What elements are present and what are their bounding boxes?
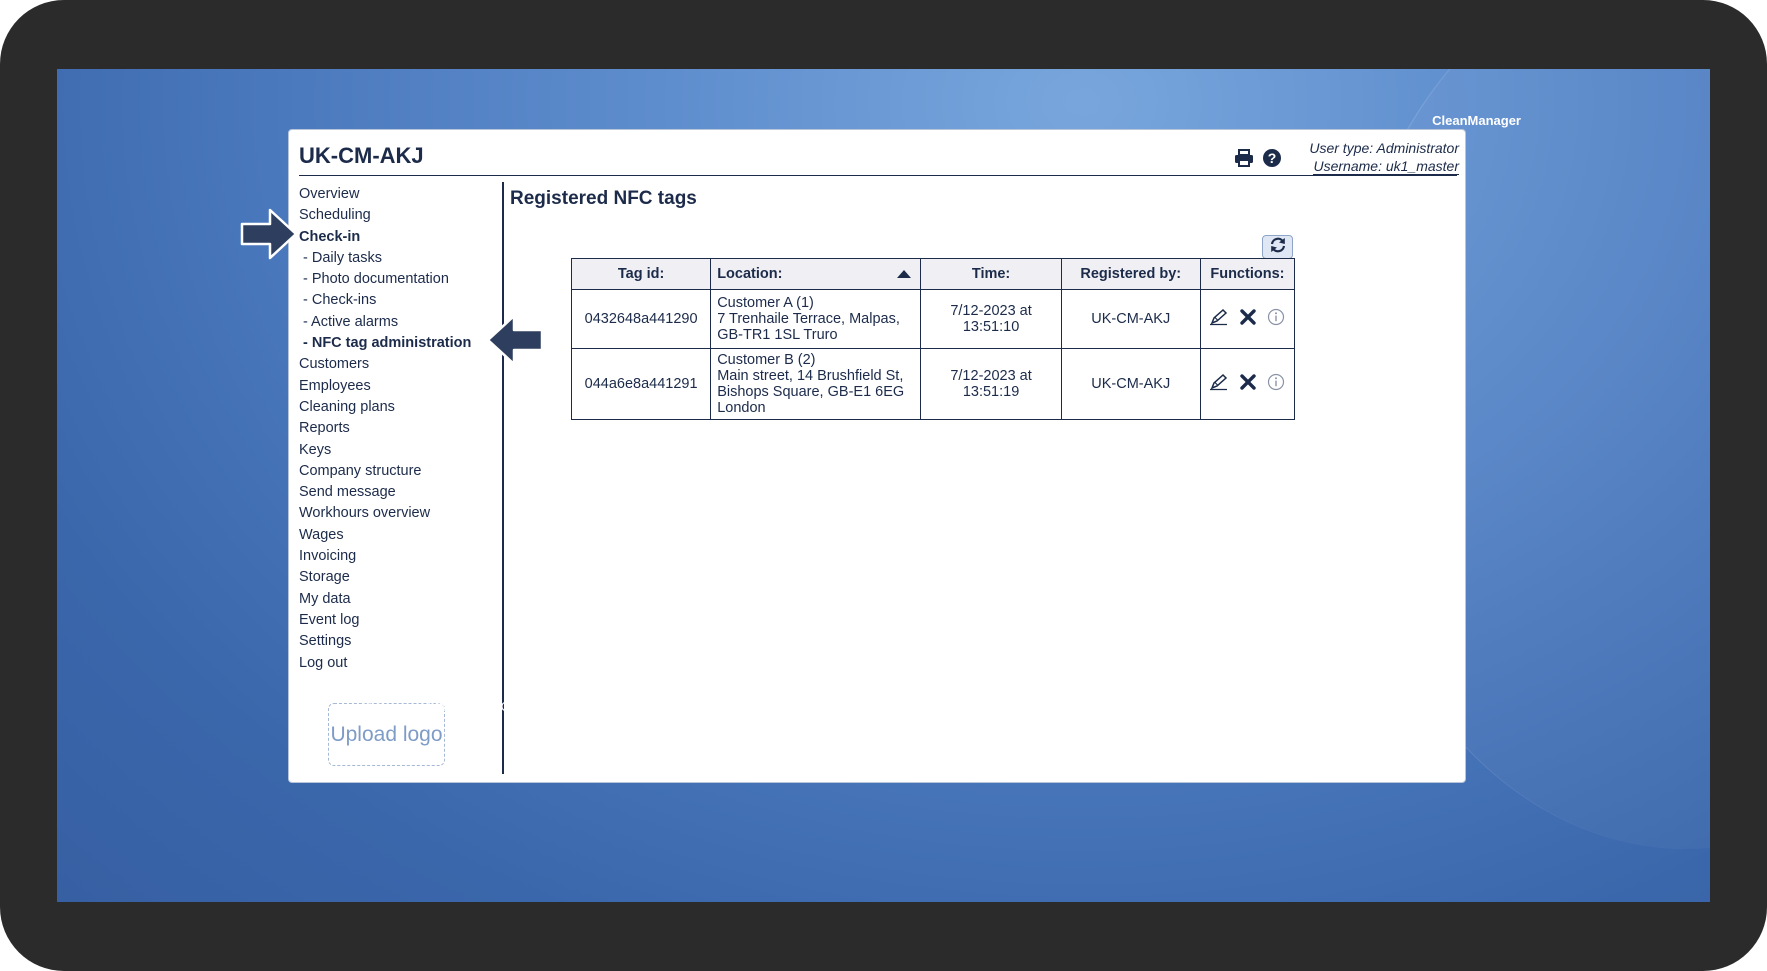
sidebar-item-reports[interactable]: Reports (299, 418, 499, 439)
cell-time: 7/12-2023 at 13:51:10 (920, 289, 1062, 349)
cell-functions (1199, 348, 1296, 420)
screen-frame: CleanManager UK-CM-AKJ ? User type: Admi… (0, 0, 1767, 971)
sidebar-item-keys[interactable]: Keys (299, 440, 499, 461)
sidebar-item-my-data[interactable]: My data (299, 589, 499, 610)
sidebar-item-overview[interactable]: Overview (299, 184, 499, 205)
header-toolbar: ? (1233, 147, 1283, 169)
table-row: 0432648a441290 Customer A (1) 7 Trenhail… (570, 289, 1296, 349)
arrow-right-icon (240, 208, 298, 260)
refresh-icon (1269, 237, 1287, 258)
username: Username: uk1_master (1309, 157, 1459, 175)
sidebar-item-invoicing[interactable]: Invoicing (299, 546, 499, 567)
column-header-location[interactable]: Location: (710, 258, 922, 290)
cell-tag-id: 0432648a441290 (570, 289, 712, 349)
sidebar-item-log-out[interactable]: Log out (299, 653, 499, 674)
sidebar-item-company-structure[interactable]: Company structure (299, 461, 499, 482)
app-window: UK-CM-AKJ ? User type: Administrator Use… (288, 129, 1466, 783)
location-address-line: Main street, 14 Brushfield St, (717, 368, 904, 384)
cell-tag-id: 044a6e8a441291 (570, 348, 712, 420)
help-icon[interactable]: ? (1261, 147, 1283, 169)
user-type: User type: Administrator (1309, 140, 1459, 156)
cell-location: Customer B (2) Main street, 14 Brushfiel… (710, 348, 922, 420)
location-customer: Customer A (1) (717, 295, 814, 311)
time-date: 7/12-2023 at (950, 368, 1032, 384)
edit-icon[interactable] (1209, 373, 1229, 395)
sidebar-item-customers[interactable]: Customers (299, 354, 499, 375)
sidebar-item-event-log[interactable]: Event log (299, 610, 499, 631)
sidebar-divider (502, 182, 504, 774)
column-header-time[interactable]: Time: (920, 258, 1062, 290)
sidebar-item-daily-tasks[interactable]: - Daily tasks (299, 248, 499, 269)
cell-location: Customer A (1) 7 Trenhaile Terrace, Malp… (710, 289, 922, 349)
column-header-registered-by[interactable]: Registered by: (1060, 258, 1201, 290)
cell-registered-by: UK-CM-AKJ (1060, 289, 1201, 349)
column-header-tag-id[interactable]: Tag id: (570, 258, 712, 290)
table-row: 044a6e8a441291 Customer B (2) Main stree… (570, 348, 1296, 420)
sidebar-item-cleaning-plans[interactable]: Cleaning plans (299, 397, 499, 418)
header-divider (299, 175, 1457, 176)
location-address-line: 7 Trenhaile Terrace, Malpas, (717, 311, 900, 327)
print-icon[interactable] (1233, 147, 1255, 169)
sidebar-item-storage[interactable]: Storage (299, 567, 499, 588)
sidebar-item-scheduling[interactable]: Scheduling (299, 205, 499, 226)
location-customer: Customer B (2) (717, 352, 816, 368)
cell-functions (1199, 289, 1296, 349)
app-title: UK-CM-AKJ (299, 143, 424, 168)
footer: © Copyright 2009-2023 CleanManager ApS -… (307, 699, 1407, 729)
sidebar-item-check-in[interactable]: Check-in (299, 227, 499, 248)
username-text: Username: uk1_master (1313, 158, 1459, 175)
location-address-line: London (717, 400, 766, 416)
svg-text:?: ? (1268, 150, 1277, 166)
footer-copyright: © Copyright 2009-2023 CleanManager ApS -… (362, 699, 1352, 714)
location-address-line: Bishops Square, GB-E1 6EG (717, 384, 905, 400)
sidebar-item-employees[interactable]: Employees (299, 376, 499, 397)
cell-registered-by: UK-CM-AKJ (1060, 348, 1201, 420)
sidebar-item-check-ins[interactable]: - Check-ins (299, 290, 499, 311)
arrow-left-icon (486, 314, 544, 366)
desktop-background: CleanManager UK-CM-AKJ ? User type: Admi… (57, 69, 1710, 902)
edit-icon[interactable] (1209, 308, 1229, 330)
sidebar-item-nfc-tag-administration[interactable]: - NFC tag administration (299, 333, 499, 354)
user-info: User type: Administrator Username: uk1_m… (1309, 139, 1459, 175)
nfc-tags-table: Tag id: Location: Time: Registered by: F… (570, 258, 1296, 420)
cell-time: 7/12-2023 at 13:51:19 (920, 348, 1062, 420)
column-header-functions: Functions: (1199, 258, 1296, 290)
sidebar-item-photo-documentation[interactable]: - Photo documentation (299, 269, 499, 290)
info-icon[interactable] (1267, 373, 1285, 395)
delete-icon[interactable] (1239, 308, 1257, 330)
location-address-line: GB-TR1 1SL Truro (717, 327, 838, 343)
info-icon[interactable] (1267, 308, 1285, 330)
time-clock: 13:51:19 (962, 384, 1020, 400)
sidebar-nav: Overview Scheduling Check-in - Daily tas… (299, 184, 499, 674)
page-title: Registered NFC tags (510, 188, 697, 209)
sidebar-item-wages[interactable]: Wages (299, 525, 499, 546)
brand-label: CleanManager (1432, 113, 1521, 128)
sidebar-item-send-message[interactable]: Send message (299, 482, 499, 503)
delete-icon[interactable] (1239, 373, 1257, 395)
sort-ascending-icon (897, 270, 912, 278)
refresh-button[interactable] (1262, 235, 1293, 259)
table-header-row: Tag id: Location: Time: Registered by: F… (570, 258, 1296, 290)
time-date: 7/12-2023 at (950, 303, 1032, 319)
sidebar-item-settings[interactable]: Settings (299, 631, 499, 652)
column-header-location-label: Location: (717, 266, 783, 282)
footer-cookies-link[interactable]: Cookies on this webpage (307, 714, 1407, 729)
sidebar-item-workhours-overview[interactable]: Workhours overview (299, 503, 499, 524)
time-clock: 13:51:10 (962, 319, 1020, 335)
sidebar-item-active-alarms[interactable]: - Active alarms (299, 312, 499, 333)
